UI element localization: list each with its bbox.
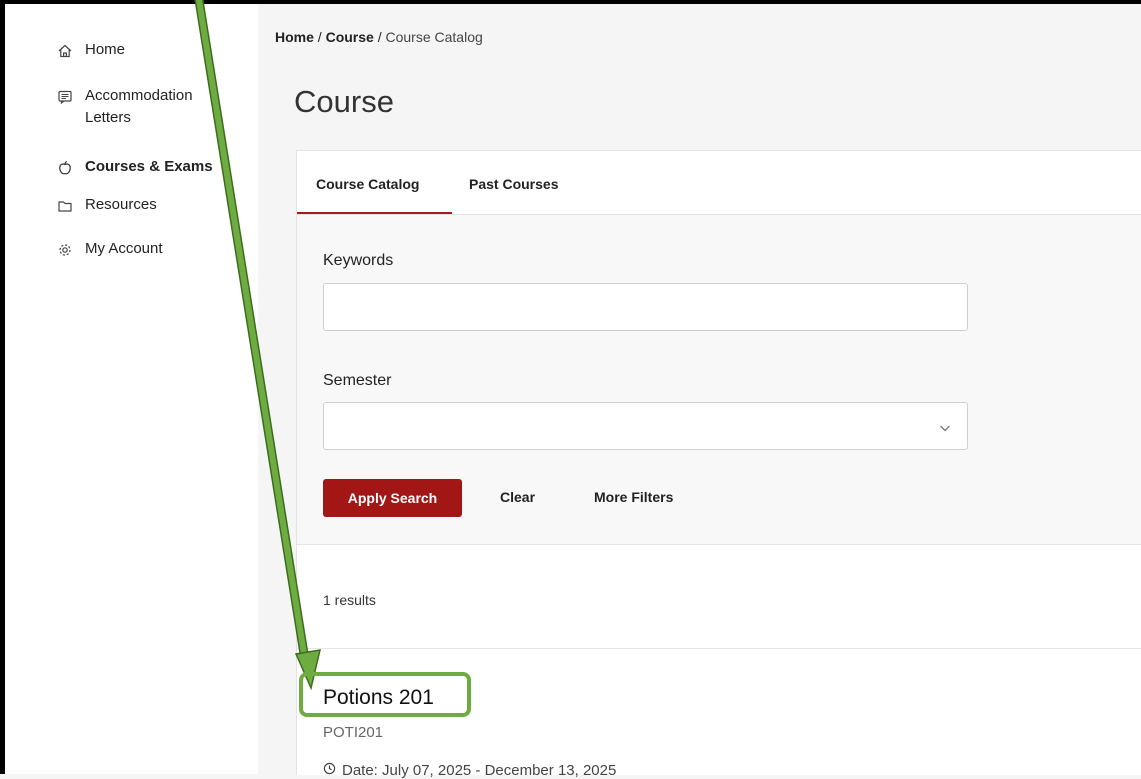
results-count: 1 results (323, 592, 376, 608)
semester-label: Semester (323, 372, 392, 389)
page-title: Course (294, 84, 394, 119)
sidebar-item-home[interactable]: Home (57, 41, 126, 61)
apply-search-button[interactable]: Apply Search (323, 479, 462, 517)
sidebar-item-label: Accommodation Letters (85, 87, 193, 126)
course-title-link[interactable]: Potions 201 (323, 686, 434, 710)
sidebar-item-my-account[interactable]: My Account (57, 240, 163, 260)
keywords-label: Keywords (323, 252, 394, 269)
sidebar-item-label: Resources (85, 196, 157, 213)
search-filters-panel: Keywords Semester Apply Search Clear Mor… (297, 215, 1141, 545)
tab-course-catalog[interactable]: Course Catalog (316, 176, 419, 192)
clear-button[interactable]: Clear (500, 489, 535, 505)
clock-icon (323, 762, 336, 779)
gear-icon (57, 242, 73, 258)
keywords-input[interactable] (323, 283, 968, 331)
apple-icon (57, 160, 73, 176)
sidebar-item-resources[interactable]: Resources (57, 196, 157, 216)
course-date: Date: July 07, 2025 - December 13, 2025 (323, 762, 616, 779)
breadcrumb-home-link[interactable]: Home (275, 29, 314, 45)
breadcrumb-course-link[interactable]: Course (326, 29, 374, 45)
course-date-text: Date: July 07, 2025 - December 13, 2025 (342, 762, 617, 779)
letters-icon (57, 89, 73, 105)
breadcrumb-current: Course Catalog (385, 29, 483, 45)
sidebar-item-accommodation-letters[interactable]: Accommodation Letters (57, 87, 193, 129)
sidebar-item-label: Home (85, 41, 126, 58)
course-code: POTI201 (323, 724, 384, 741)
sidebar: Home Accommodation Letters Courses & Exam… (5, 4, 258, 774)
folder-icon (57, 198, 73, 214)
more-filters-button[interactable]: More Filters (594, 489, 673, 505)
sidebar-item-courses-exams[interactable]: Courses & Exams (57, 158, 213, 178)
tab-bar: Course Catalog Past Courses (297, 151, 1141, 215)
course-catalog-card: Course Catalog Past Courses Keywords Sem… (296, 150, 1141, 779)
breadcrumb-separator: / (373, 29, 386, 45)
sidebar-item-label: My Account (85, 240, 163, 257)
divider (297, 648, 1141, 649)
chevron-down-icon (939, 420, 951, 438)
tab-past-courses[interactable]: Past Courses (469, 176, 558, 192)
sidebar-item-label: Courses & Exams (85, 158, 213, 175)
active-tab-indicator (297, 212, 452, 214)
home-icon (57, 43, 73, 59)
breadcrumb-separator: / (313, 29, 326, 45)
semester-select[interactable] (323, 402, 968, 450)
breadcrumb: Home / Course / Course Catalog (275, 29, 483, 45)
